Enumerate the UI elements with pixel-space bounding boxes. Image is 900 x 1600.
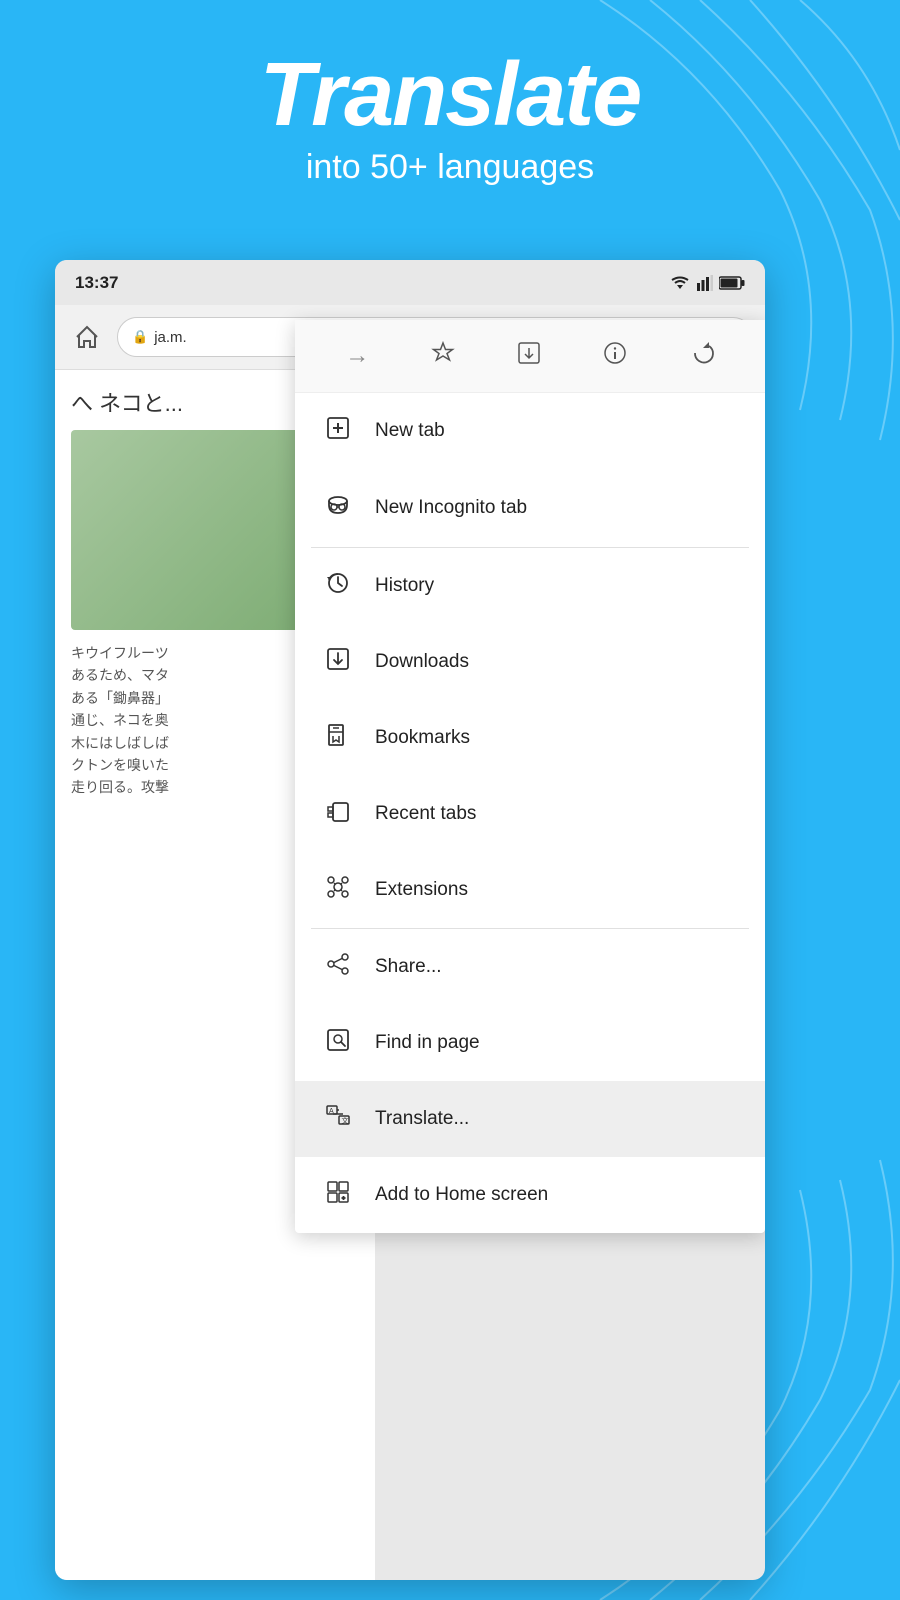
new-tab-icon xyxy=(323,415,353,447)
signal-icon xyxy=(697,275,713,291)
new-incognito-tab-label: New Incognito tab xyxy=(375,497,527,519)
header-title: Translate xyxy=(0,50,900,140)
bookmarks-label: Bookmarks xyxy=(375,727,470,749)
header-section: Translate into 50+ languages xyxy=(0,0,900,187)
translate-label: Translate... xyxy=(375,1108,469,1130)
dropdown-toolbar: → xyxy=(295,320,765,393)
new-tab-label: New tab xyxy=(375,420,445,442)
share-label: Share... xyxy=(375,956,442,978)
status-time: 13:37 xyxy=(75,273,118,293)
wifi-icon xyxy=(669,275,691,291)
add-to-home-item[interactable]: Add to Home screen xyxy=(295,1157,765,1233)
history-icon xyxy=(323,570,353,602)
address-text: ja.m. xyxy=(154,329,187,346)
recent-tabs-icon xyxy=(323,798,353,830)
downloads-label: Downloads xyxy=(375,651,469,673)
download-icon xyxy=(516,340,542,366)
incognito-icon xyxy=(323,491,353,525)
info-icon xyxy=(602,340,628,366)
bookmarks-item[interactable]: Bookmarks xyxy=(295,700,765,776)
downloads-icon xyxy=(323,646,353,678)
dropdown-menu: → xyxy=(295,320,765,1233)
home-button[interactable] xyxy=(67,317,107,357)
browser-mock: 13:37 xyxy=(55,260,765,1580)
bookmark-button[interactable] xyxy=(424,334,462,378)
refresh-button[interactable] xyxy=(683,334,721,378)
translate-icon: A 文 xyxy=(323,1103,353,1135)
share-item[interactable]: Share... xyxy=(295,929,765,1005)
extensions-icon xyxy=(323,874,353,906)
battery-icon xyxy=(719,276,745,290)
home-icon xyxy=(73,323,101,351)
lock-icon: 🔒 xyxy=(132,329,148,345)
download-button[interactable] xyxy=(510,334,548,378)
add-to-home-label: Add to Home screen xyxy=(375,1184,548,1206)
new-incognito-tab-item[interactable]: New Incognito tab xyxy=(295,469,765,547)
recent-tabs-label: Recent tabs xyxy=(375,803,476,825)
extensions-label: Extensions xyxy=(375,879,468,901)
find-icon xyxy=(323,1027,353,1059)
downloads-item[interactable]: Downloads xyxy=(295,624,765,700)
translate-item[interactable]: A 文 Translate... xyxy=(295,1081,765,1157)
forward-button[interactable]: → xyxy=(339,336,375,376)
svg-text:文: 文 xyxy=(342,1116,349,1125)
find-in-page-label: Find in page xyxy=(375,1032,480,1054)
share-icon xyxy=(323,951,353,983)
status-icons xyxy=(669,275,745,291)
new-tab-item[interactable]: New tab xyxy=(295,393,765,469)
refresh-icon xyxy=(689,340,715,366)
header-subtitle: into 50+ languages xyxy=(0,148,900,187)
find-in-page-item[interactable]: Find in page xyxy=(295,1005,765,1081)
recent-tabs-item[interactable]: Recent tabs xyxy=(295,776,765,852)
add-home-icon xyxy=(323,1179,353,1211)
status-bar: 13:37 xyxy=(55,260,765,305)
extensions-item[interactable]: Extensions xyxy=(295,852,765,928)
history-label: History xyxy=(375,575,434,597)
star-icon xyxy=(430,340,456,366)
history-item[interactable]: History xyxy=(295,548,765,624)
info-button[interactable] xyxy=(596,334,634,378)
bookmarks-icon xyxy=(323,722,353,754)
